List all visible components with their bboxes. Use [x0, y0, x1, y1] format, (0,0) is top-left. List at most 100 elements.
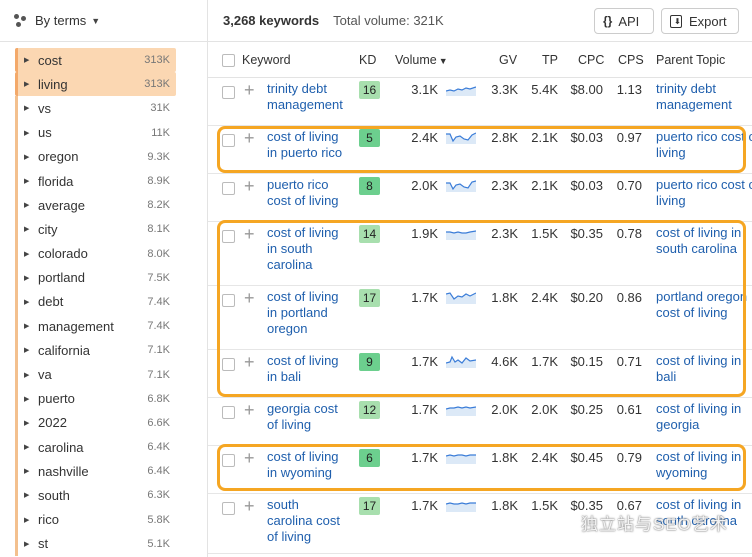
keyword-link[interactable]: cost of living in bali — [267, 353, 349, 385]
expand-triangle-icon[interactable]: ▶ — [24, 298, 38, 306]
expand-triangle-icon[interactable]: ▶ — [24, 346, 38, 354]
keyword-link[interactable]: cost of living in portland oregon — [267, 289, 349, 337]
col-parent-topic[interactable]: Parent Topic — [656, 53, 725, 67]
sidebar-term-vs[interactable]: ▶ vs 31K — [15, 96, 176, 121]
trend-sparkline-icon[interactable] — [446, 402, 476, 416]
sidebar-term-california[interactable]: ▶ california 7.1K — [15, 338, 176, 363]
add-to-list-icon[interactable]: + — [244, 80, 255, 101]
col-gv[interactable]: GV — [499, 53, 517, 67]
col-tp[interactable]: TP — [542, 53, 558, 67]
expand-triangle-icon[interactable]: ▶ — [24, 201, 38, 209]
parent-topic-link[interactable]: portland oregon cost of living — [656, 289, 752, 321]
trend-sparkline-icon[interactable] — [446, 82, 476, 96]
keyword-link[interactable]: south carolina cost of living — [267, 497, 349, 545]
sidebar-term-florida[interactable]: ▶ florida 8.9K — [15, 168, 176, 194]
keyword-link[interactable]: georgia cost of living — [267, 401, 349, 433]
select-all-checkbox[interactable] — [222, 54, 235, 67]
trend-sparkline-icon[interactable] — [446, 178, 476, 192]
sidebar-term-south[interactable]: ▶ south 6.3K — [15, 483, 176, 508]
sidebar-term-rico[interactable]: ▶ rico 5.8K — [15, 507, 176, 532]
sidebar-term-debt[interactable]: ▶ debt 7.4K — [15, 289, 176, 315]
sidebar-term-st[interactable]: ▶ st 5.1K — [15, 531, 176, 556]
sidebar-term-cost[interactable]: ▶ cost 313K — [15, 48, 176, 73]
api-button[interactable]: {} API — [594, 8, 654, 34]
sidebar-term-colorado[interactable]: ▶ colorado 8.0K — [15, 241, 176, 266]
sidebar-term-va[interactable]: ▶ va 7.1K — [15, 362, 176, 387]
expand-triangle-icon[interactable]: ▶ — [24, 250, 38, 258]
col-keyword[interactable]: Keyword — [242, 53, 291, 67]
expand-triangle-icon[interactable]: ▶ — [24, 274, 38, 282]
parent-topic-link[interactable]: puerto rico cost o living — [656, 177, 752, 209]
keyword-link[interactable]: puerto rico cost of living — [267, 177, 349, 209]
expand-triangle-icon[interactable]: ▶ — [24, 56, 38, 64]
expand-triangle-icon[interactable]: ▶ — [24, 540, 38, 548]
expand-triangle-icon[interactable]: ▶ — [24, 419, 38, 427]
group-by-dropdown[interactable]: By terms ▼ — [0, 0, 207, 42]
expand-triangle-icon[interactable]: ▶ — [24, 225, 38, 233]
add-to-list-icon[interactable]: + — [244, 448, 255, 469]
expand-triangle-icon[interactable]: ▶ — [24, 443, 38, 451]
add-to-list-icon[interactable]: + — [244, 128, 255, 149]
parent-topic-link[interactable]: cost of living in south carolina — [656, 225, 752, 257]
row-checkbox[interactable] — [222, 358, 235, 371]
parent-topic-link[interactable]: cost of living in bali — [656, 353, 752, 385]
expand-triangle-icon[interactable]: ▶ — [24, 129, 38, 137]
sidebar-term-average[interactable]: ▶ average 8.2K — [15, 193, 176, 218]
keyword-link[interactable]: cost of living in puerto rico — [267, 129, 349, 161]
trend-sparkline-icon[interactable] — [446, 354, 476, 368]
expand-triangle-icon[interactable]: ▶ — [24, 395, 38, 403]
sidebar-term-oregon[interactable]: ▶ oregon 9.3K — [15, 144, 176, 169]
expand-triangle-icon[interactable]: ▶ — [24, 177, 38, 185]
add-to-list-icon[interactable]: + — [244, 176, 255, 197]
expand-triangle-icon[interactable]: ▶ — [24, 491, 38, 499]
expand-triangle-icon[interactable]: ▶ — [24, 371, 38, 379]
expand-triangle-icon[interactable]: ▶ — [24, 467, 38, 475]
row-checkbox[interactable] — [222, 502, 235, 515]
add-to-list-icon[interactable]: + — [244, 352, 255, 373]
sidebar-term-us[interactable]: ▶ us 11K — [15, 120, 176, 145]
col-kd[interactable]: KD — [359, 53, 376, 67]
row-checkbox[interactable] — [222, 406, 235, 419]
keyword-link[interactable]: cost of living in wyoming — [267, 449, 349, 481]
row-checkbox[interactable] — [222, 182, 235, 195]
trend-sparkline-icon[interactable] — [446, 450, 476, 464]
parent-topic-link[interactable]: cost of living in georgia — [656, 401, 752, 433]
parent-topic-link[interactable]: puerto rico cost o living — [656, 129, 752, 161]
expand-triangle-icon[interactable]: ▶ — [24, 80, 38, 88]
sidebar-term-living[interactable]: ▶ living 313K — [15, 72, 176, 97]
trend-sparkline-icon[interactable] — [446, 226, 476, 240]
sidebar-term-portland[interactable]: ▶ portland 7.5K — [15, 265, 176, 290]
add-to-list-icon[interactable]: + — [244, 224, 255, 245]
keyword-link[interactable]: trinity debt management — [267, 81, 349, 113]
trend-sparkline-icon[interactable] — [446, 498, 476, 512]
sidebar-term-puerto[interactable]: ▶ puerto 6.8K — [15, 386, 176, 411]
expand-triangle-icon[interactable]: ▶ — [24, 153, 38, 161]
add-to-list-icon[interactable]: + — [244, 496, 255, 517]
cpc-value: $8.00 — [570, 82, 603, 97]
sidebar-term-city[interactable]: ▶ city 8.1K — [15, 217, 176, 242]
expand-triangle-icon[interactable]: ▶ — [24, 104, 38, 112]
expand-triangle-icon[interactable]: ▶ — [24, 516, 38, 524]
sidebar-term-carolina[interactable]: ▶ carolina 6.4K — [15, 435, 176, 460]
export-button[interactable]: ⬇ Export — [661, 8, 739, 34]
row-checkbox[interactable] — [222, 294, 235, 307]
terms-sidebar: By terms ▼ ▶ cost 313K ▶ living 313K ▶ vs 31K ▶ us… — [0, 0, 208, 557]
col-cps[interactable]: CPS — [618, 53, 644, 67]
sidebar-term-2022[interactable]: ▶ 2022 6.6K — [15, 410, 176, 435]
expand-triangle-icon[interactable]: ▶ — [24, 322, 38, 330]
row-checkbox[interactable] — [222, 454, 235, 467]
col-cpc[interactable]: CPC — [578, 53, 604, 67]
row-checkbox[interactable] — [222, 86, 235, 99]
add-to-list-icon[interactable]: + — [244, 400, 255, 421]
trend-sparkline-icon[interactable] — [446, 130, 476, 144]
trend-sparkline-icon[interactable] — [446, 290, 476, 304]
row-checkbox[interactable] — [222, 134, 235, 147]
keyword-link[interactable]: cost of living in south carolina — [267, 225, 349, 273]
parent-topic-link[interactable]: cost of living in wyoming — [656, 449, 752, 481]
parent-topic-link[interactable]: trinity debt management — [656, 81, 752, 113]
row-checkbox[interactable] — [222, 230, 235, 243]
sidebar-term-management[interactable]: ▶ management 7.4K — [15, 314, 176, 339]
sidebar-term-nashville[interactable]: ▶ nashville 6.4K — [15, 459, 176, 484]
col-volume[interactable]: Volume ▼ — [395, 53, 448, 67]
add-to-list-icon[interactable]: + — [244, 288, 255, 309]
